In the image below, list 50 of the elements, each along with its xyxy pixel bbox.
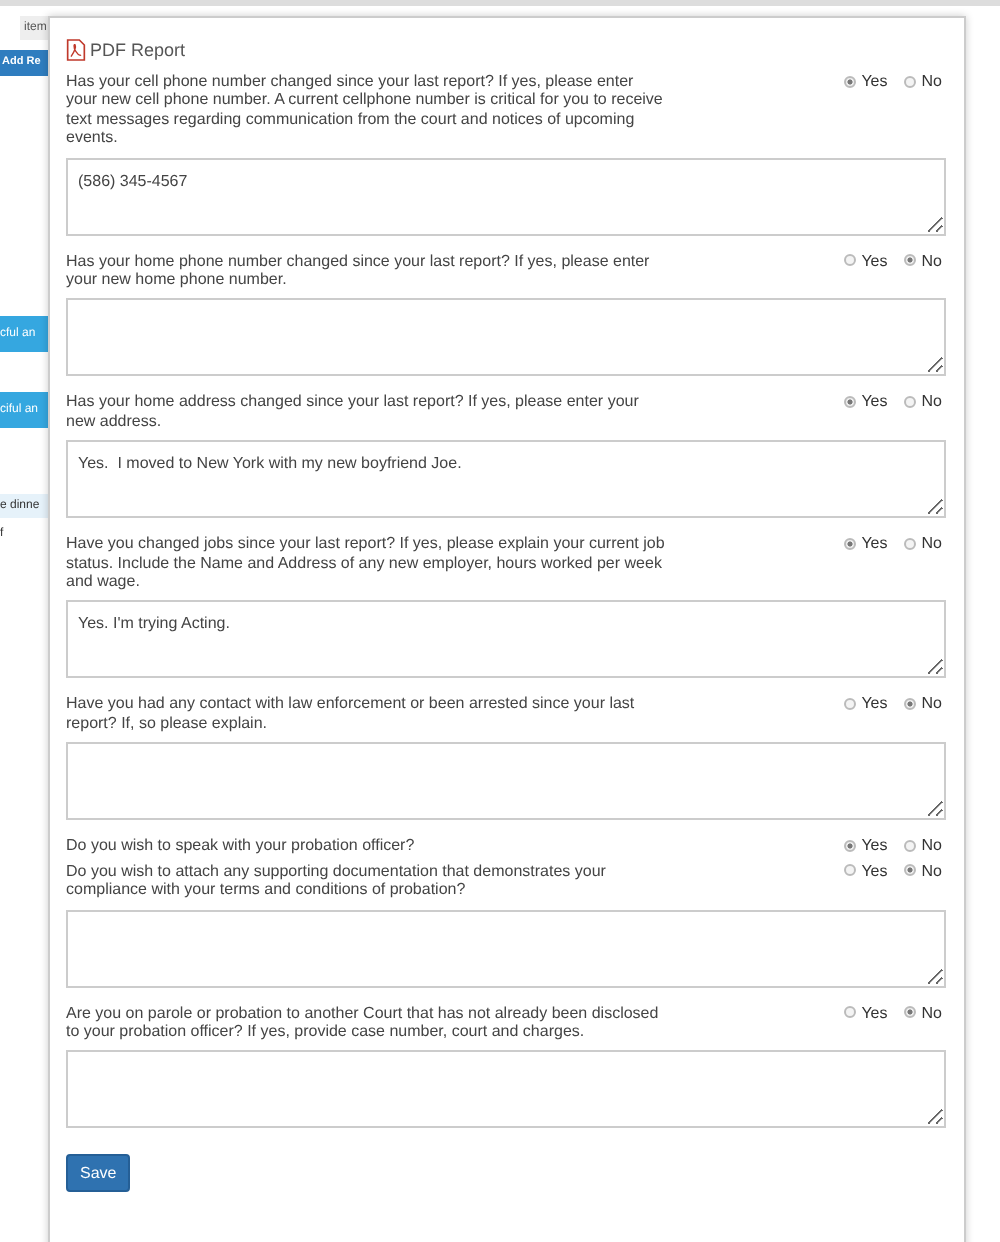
answer-field[interactable] — [66, 742, 946, 821]
answer-field[interactable] — [66, 909, 946, 987]
answer-field[interactable] — [66, 298, 946, 377]
radio-label: No — [921, 392, 942, 411]
radio-button[interactable] — [843, 839, 856, 852]
radio-button[interactable] — [843, 1006, 856, 1018]
question-text: Has your home address changed since your last report? If yes, please enter your new address. — [66, 392, 641, 431]
radio-label: No — [921, 251, 942, 270]
radio-button[interactable] — [903, 1006, 916, 1018]
question-text: Do you wish to attach any supporting documentation that demonstrates your compliance with your terms and conditions of probation? — [66, 861, 608, 899]
question-text: Have you changed jobs since your last report? If yes, please explain your current job status. Include the Name and Address of any new employer, hours worked per week and wage. — [66, 534, 666, 591]
radio-button[interactable] — [843, 254, 856, 267]
question-text: Have you had any contact with law enforcement or been arrested since your last report? If, so please explain. — [66, 694, 637, 733]
radio-button[interactable] — [843, 395, 856, 408]
radio-label: Yes — [861, 694, 888, 713]
radio-label: No — [921, 1003, 942, 1021]
radio-label: Yes — [861, 72, 888, 90]
question-text: Are you on parole or probation to another Court that has not already been disclosed to your probation officer? If yes, provide case number, court and charges. — [66, 1003, 661, 1041]
answer-field[interactable]: Yes. I'm trying Acting. — [66, 600, 946, 679]
radio-label: No — [921, 72, 942, 90]
question-text: Has your home phone number changed since your last report? If yes, please enter your new home phone number. — [66, 251, 652, 289]
radio-button[interactable] — [843, 75, 856, 87]
radio-button[interactable] — [843, 697, 856, 710]
radio-button[interactable] — [903, 75, 916, 87]
save-button[interactable]: Save — [66, 1154, 131, 1193]
question-text: Do you wish to speak with your probation officer? — [66, 836, 417, 856]
radio-button[interactable] — [903, 839, 916, 852]
radio-label: No — [921, 534, 942, 553]
radio-button[interactable] — [903, 395, 916, 408]
radio-button[interactable] — [843, 537, 856, 550]
radio-label: Yes — [861, 534, 888, 553]
radio-button[interactable] — [843, 864, 856, 877]
radio-button[interactable] — [903, 254, 916, 267]
radio-label: No — [921, 836, 942, 855]
radio-label: Yes — [861, 392, 888, 411]
radio-label: Yes — [861, 251, 888, 270]
answer-field[interactable]: Yes. I moved to New York with my new boyfriend Joe. — [66, 440, 946, 519]
radio-label: No — [921, 861, 942, 880]
radio-label: Yes — [861, 836, 888, 855]
radio-button[interactable] — [903, 864, 916, 877]
radio-button[interactable] — [903, 697, 916, 710]
question-text: Has your cell phone number changed since your last report? If yes, please enter your new cell phone number. A current cellphone number is critical for you to receive text messages regarding communication from the court and notices of upcoming events. — [66, 72, 665, 148]
radio-label: Yes — [861, 1003, 888, 1021]
radio-button[interactable] — [903, 537, 916, 550]
radio-label: No — [921, 694, 942, 713]
dialog-title: PDF Report — [90, 40, 186, 60]
answer-field[interactable] — [66, 1050, 946, 1129]
answer-field[interactable]: (586) 345-4567 — [66, 157, 946, 236]
radio-label: Yes — [861, 861, 888, 880]
pdf-icon — [66, 38, 86, 62]
